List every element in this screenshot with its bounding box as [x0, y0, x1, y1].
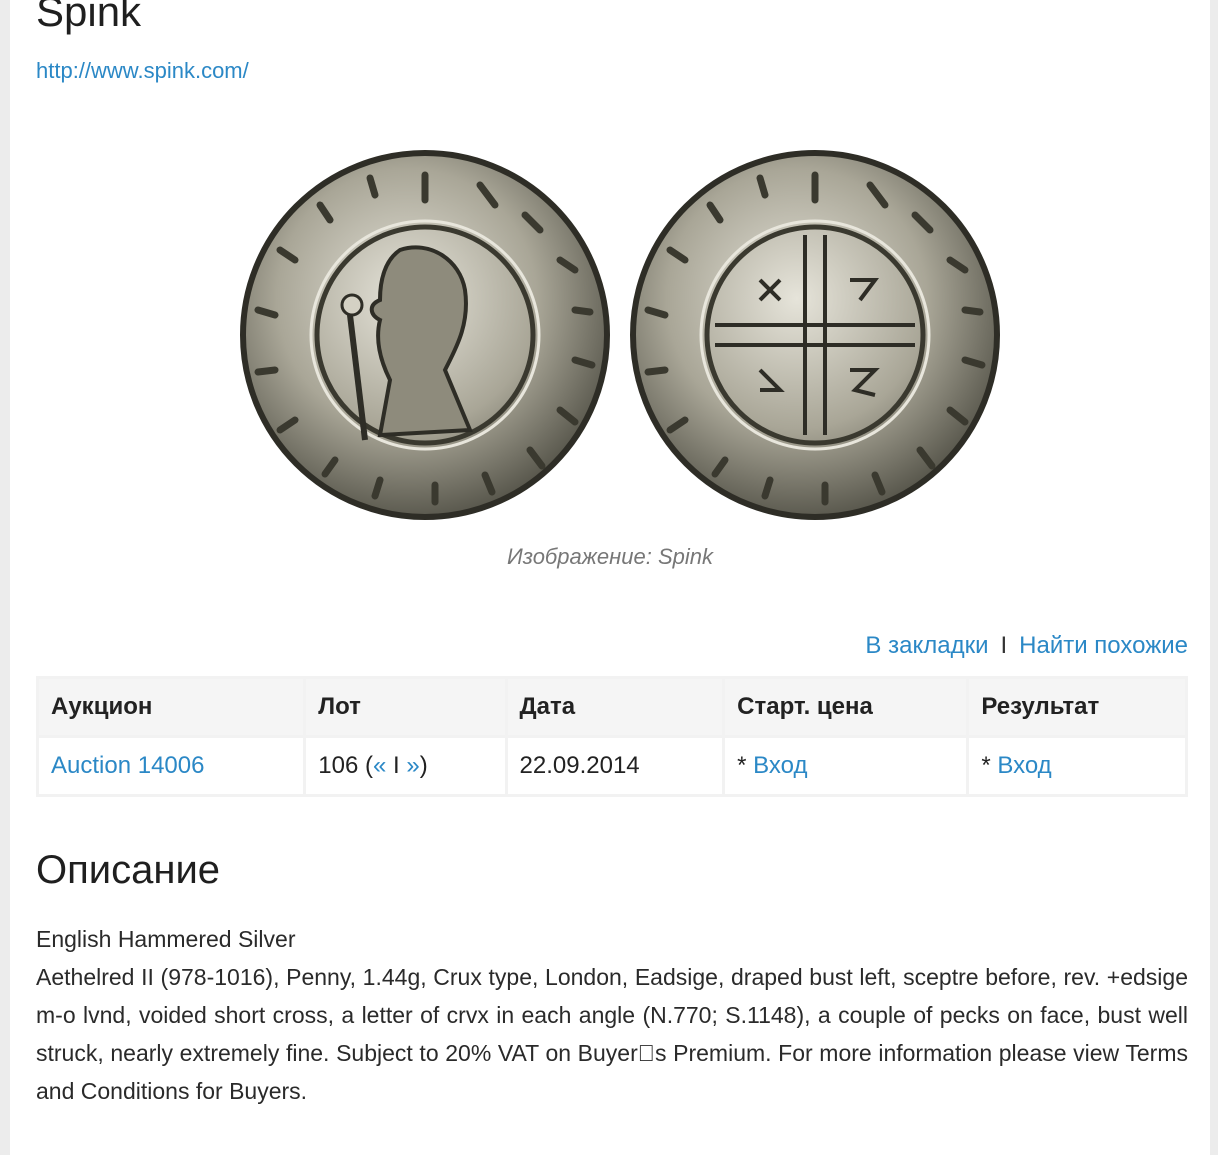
column-header-result: Результат — [966, 676, 1188, 738]
coin-reverse-icon — [630, 150, 1000, 520]
start-price-prefix: * — [737, 752, 754, 779]
page-title: Spink — [36, 0, 142, 35]
lot-close: ) — [419, 752, 428, 779]
next-lot-link[interactable]: » — [406, 752, 419, 779]
start-price-login-link[interactable]: Вход — [753, 752, 807, 779]
column-header-auction: Аукцион — [35, 676, 307, 738]
lot-number: 106 ( — [318, 752, 373, 779]
result-login-link[interactable]: Вход — [997, 752, 1051, 779]
cell-auction: Auction 14006 — [35, 735, 307, 797]
description-category: English Hammered Silver — [36, 926, 296, 952]
cell-lot: 106 (« I ») — [303, 735, 508, 797]
description-body: Aethelred II (978-1016), Penny, 1.44g, C… — [36, 964, 1188, 1104]
bookmark-link[interactable]: В закладки — [865, 632, 988, 659]
description-text: English Hammered Silver Aethelred II (97… — [36, 920, 1188, 1110]
cell-result: * Вход — [966, 735, 1188, 797]
table-row: Auction 14006 106 (« I ») 22.09.2014 * В… — [35, 735, 1188, 797]
lot-table: Аукцион Лот Дата Старт. цена Результат A… — [35, 676, 1188, 797]
lot-nav-separator: I — [386, 752, 407, 779]
website-link[interactable]: http://www.spink.com/ — [36, 58, 249, 84]
table-header-row: Аукцион Лот Дата Старт. цена Результат — [35, 676, 1188, 738]
column-header-date: Дата — [504, 676, 726, 738]
page: Spink http://www.spink.com/ Изображение:… — [10, 0, 1210, 1155]
prev-lot-link[interactable]: « — [373, 752, 386, 779]
auction-link[interactable]: Auction 14006 — [51, 752, 204, 779]
description-title: Описание — [36, 848, 221, 892]
cell-start-price: * Вход — [722, 735, 970, 797]
column-header-start-price: Старт. цена — [722, 676, 970, 738]
cell-date: 22.09.2014 — [504, 735, 726, 797]
column-header-lot: Лот — [303, 676, 508, 738]
result-prefix: * — [981, 752, 998, 779]
coin-image — [240, 150, 1000, 520]
image-caption: Изображение: Spink — [506, 544, 713, 569]
actions-separator: I — [1000, 632, 1008, 659]
find-similar-link[interactable]: Найти похожие — [1019, 632, 1188, 659]
lot-actions: В закладки I Найти похожие — [865, 632, 1188, 660]
coin-obverse-icon — [240, 150, 610, 520]
